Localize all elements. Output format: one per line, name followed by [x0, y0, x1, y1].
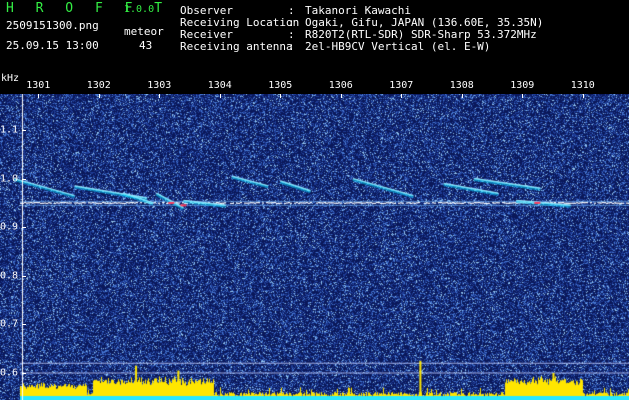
x-tick-mark	[341, 94, 342, 98]
y-tick-mark	[22, 324, 26, 325]
x-tick-label: 1304	[207, 80, 232, 91]
x-tick-mark	[159, 94, 160, 98]
x-tick-label: 1302	[86, 80, 111, 91]
antenna-key: Receiving antenna	[180, 40, 293, 53]
x-tick-label: 1308	[449, 80, 474, 91]
y-tick-label: 1.1	[0, 124, 19, 136]
x-tick-label: 1309	[510, 80, 535, 91]
x-tick-mark	[38, 94, 39, 98]
y-tick-label: 0.9	[0, 221, 19, 233]
meteor-label: meteor	[124, 25, 164, 38]
app-version: 1.0.0	[124, 4, 155, 15]
x-tick-label: 1303	[147, 80, 172, 91]
y-tick-label: 1.0	[0, 173, 19, 185]
x-tick-mark	[99, 94, 100, 98]
antenna-colon: :	[288, 40, 295, 53]
image-filename: 2509151300.png	[6, 19, 99, 32]
antenna-value: 2el-HB9CV Vertical (el. E-W)	[305, 40, 491, 53]
meteor-count: 43	[139, 39, 153, 52]
y-tick-label: 0.6	[0, 367, 19, 379]
x-tick-mark	[401, 94, 402, 98]
y-tick-mark	[22, 373, 26, 374]
x-tick-label: 1310	[570, 80, 595, 91]
y-axis-unit: kHz	[1, 73, 20, 84]
x-tick-label: 1306	[328, 80, 353, 91]
y-tick-mark	[22, 227, 26, 228]
x-tick-mark	[280, 94, 281, 98]
x-tick-label: 1307	[389, 80, 414, 91]
x-tick-label: 1301	[26, 80, 51, 91]
y-tick-mark	[22, 130, 26, 131]
y-tick-label: 0.7	[0, 318, 19, 330]
x-tick-mark	[462, 94, 463, 98]
y-tick-mark	[22, 179, 26, 180]
capture-datetime: 25.09.15 13:00	[6, 39, 99, 52]
spectrogram-canvas	[0, 94, 629, 400]
y-tick-label: 0.8	[0, 270, 19, 282]
x-tick-mark	[220, 94, 221, 98]
x-tick-label: 1305	[268, 80, 293, 91]
y-tick-mark	[22, 276, 26, 277]
x-tick-mark	[583, 94, 584, 98]
header-panel: H R O F F T 1.0.0 2509151300.png 25.09.1…	[0, 0, 629, 72]
x-tick-mark	[522, 94, 523, 98]
